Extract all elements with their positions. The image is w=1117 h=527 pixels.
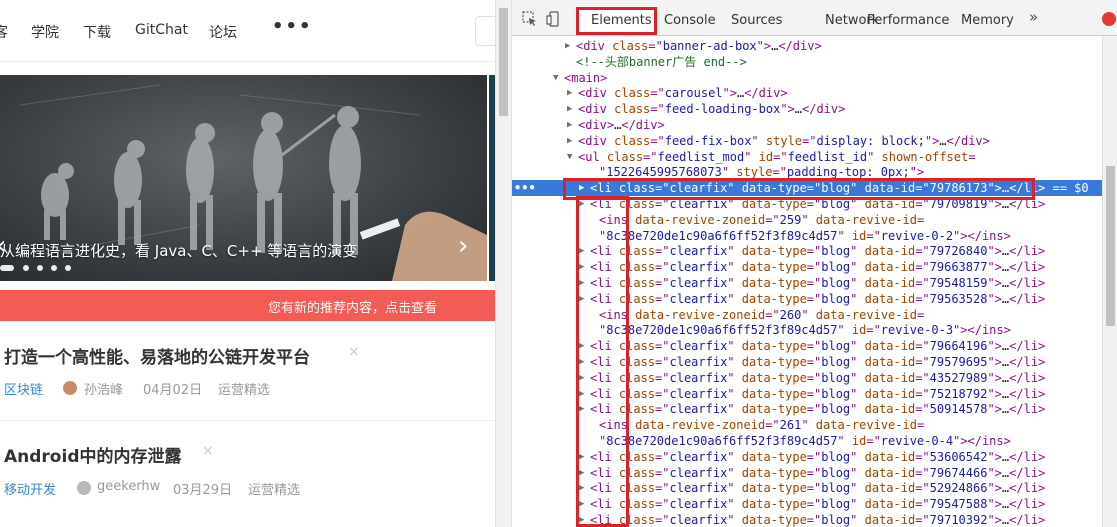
- page-scrollbar[interactable]: [495, 0, 512, 527]
- expand-triangle-icon[interactable]: ▶: [567, 133, 572, 149]
- expand-triangle-icon[interactable]: ▶: [567, 85, 572, 101]
- expand-triangle-icon[interactable]: ▶: [567, 101, 572, 117]
- dom-node[interactable]: ▶ <div class="banner-ad-box">…</div>: [512, 38, 1102, 54]
- tab-memory[interactable]: Memory: [961, 13, 1014, 28]
- dom-node[interactable]: ▶ <div class="carousel">…</div>: [512, 85, 1102, 101]
- carousel-dot[interactable]: [51, 265, 57, 271]
- feed-item[interactable]: Android中的内存泄露 × 移动开发 geekerhw 03月29日 运营精…: [0, 421, 495, 527]
- devtools-scrollbar[interactable]: [1102, 36, 1117, 527]
- dom-node-code: <ul class="feedlist_mod" id="feedlist_id…: [578, 149, 976, 164]
- nav-more-icon[interactable]: •••: [272, 16, 313, 37]
- devtools-scrollbar-thumb[interactable]: [1106, 166, 1115, 326]
- dom-node-code: <li class="clearfix" data-type="blog" da…: [590, 339, 1046, 354]
- nav-item-blog[interactable]: 客: [0, 22, 8, 42]
- page-scrollbar-thumb[interactable]: [499, 8, 508, 116]
- top-nav: 客 学院 下载 GitChat 论坛 •••: [0, 0, 495, 62]
- feed-source: 运营精选: [248, 483, 301, 498]
- dom-node-code: <div>…</div>: [578, 118, 665, 132]
- devtools-toolbar: Elements Console Sources Network Perform…: [512, 0, 1117, 36]
- feed-tag[interactable]: 移动开发: [4, 479, 56, 498]
- dom-node[interactable]: ▶ <div>…</div>: [512, 117, 1102, 133]
- dom-node-code: <li class="clearfix" data-type="blog" da…: [590, 513, 1046, 527]
- nav-item-academy[interactable]: 学院: [31, 22, 59, 42]
- dom-node-code: <div class="banner-ad-box">…</div>: [576, 39, 822, 53]
- notice-text: 您有新的推荐内容，点击查看: [268, 301, 438, 316]
- tab-performance[interactable]: Performance: [867, 13, 949, 28]
- avatar[interactable]: [63, 381, 77, 395]
- nav-item-forum[interactable]: 论坛: [209, 22, 237, 42]
- carousel-dot[interactable]: [37, 265, 43, 271]
- dom-node-code: <ins data-revive-zoneid="260" data-reviv…: [599, 307, 925, 322]
- collapse-triangle-icon[interactable]: ▼: [553, 70, 558, 86]
- tab-console[interactable]: Console: [664, 13, 716, 28]
- selected-li-highlight: [563, 178, 1035, 200]
- dom-node[interactable]: ▶ <div class="feed-fix-box" style="displa…: [512, 133, 1102, 149]
- inspect-element-icon[interactable]: [522, 11, 538, 27]
- dom-node-code: <ins data-revive-zoneid="259" data-reviv…: [599, 212, 925, 227]
- close-icon[interactable]: ×: [348, 344, 360, 360]
- nav-item-gitchat[interactable]: GitChat: [135, 22, 188, 38]
- dom-node-code: <li class="clearfix" data-type="blog" da…: [590, 260, 1046, 275]
- dom-node[interactable]: ▶ <div class="feed-loading-box">…</div>: [512, 101, 1102, 117]
- dom-node[interactable]: ▼ <ul class="feedlist_mod" id="feedlist_i…: [512, 149, 1102, 165]
- more-tabs-icon[interactable]: »: [1029, 8, 1038, 26]
- nav-item-download[interactable]: 下载: [83, 22, 111, 42]
- device-toolbar-icon[interactable]: [546, 11, 562, 27]
- close-icon[interactable]: ×: [202, 443, 214, 459]
- dom-node-code: <main>: [564, 70, 608, 85]
- dom-node-code: <div class="carousel">…</div>: [578, 86, 788, 101]
- webpage-panel: 客 学院 下载 GitChat 论坛 ••• › 从编程语言进化史，看 Java…: [0, 0, 495, 527]
- dom-node-code: <ins data-revive-zoneid="261" data-reviv…: [599, 418, 925, 433]
- dom-node-code: <li class="clearfix" data-type="blog" da…: [590, 497, 1046, 512]
- li-column-highlight: [576, 196, 629, 527]
- carousel-dot-active[interactable]: [0, 265, 14, 271]
- node-actions-icon[interactable]: •••: [514, 180, 536, 196]
- dom-node-code: <li class="clearfix" data-type="blog" da…: [590, 481, 1046, 496]
- feed-date: 03月29日: [173, 483, 233, 498]
- tab-elements[interactable]: Elements: [591, 13, 652, 28]
- dom-node-code: <li class="clearfix" data-type="blog" da…: [590, 465, 1046, 480]
- error-badge-icon[interactable]: [1102, 12, 1116, 26]
- feed-tag[interactable]: 区块链: [4, 379, 43, 398]
- feed-title[interactable]: 打造一个高性能、易落地的公链开发平台: [4, 343, 310, 368]
- carousel-dot[interactable]: [23, 265, 29, 271]
- carousel-banner[interactable]: ‹ › 从编程语言进化史，看 Java、C、C++ 等语言的演变: [0, 75, 487, 281]
- expand-triangle-icon[interactable]: ▶: [567, 117, 572, 133]
- feed-title[interactable]: Android中的内存泄露: [4, 442, 182, 467]
- feed-source: 运营精选: [218, 383, 271, 398]
- banner-caption[interactable]: 从编程语言进化史，看 Java、C、C++ 等语言的演变: [0, 240, 357, 261]
- feed-date: 04月02日: [143, 383, 203, 398]
- dom-node-code: <li class="clearfix" data-type="blog" da…: [590, 355, 1046, 369]
- tab-sources[interactable]: Sources: [731, 13, 782, 28]
- dom-node-code: <li class="clearfix" data-type="blog" da…: [590, 370, 1046, 385]
- expand-triangle-icon[interactable]: ▶: [565, 38, 570, 54]
- dom-node-code: <li class="clearfix" data-type="blog" da…: [590, 244, 1046, 259]
- feed-item[interactable]: 打造一个高性能、易落地的公链开发平台 × 区块链 孙浩峰 04月02日 运营精选: [0, 322, 495, 420]
- dom-node-code: <div class="feed-fix-box" style="display…: [578, 133, 990, 148]
- carousel-dot[interactable]: [65, 265, 71, 271]
- dom-node[interactable]: ▼ <main>: [512, 70, 1102, 86]
- dom-node-code: "8c38e720de1c90a6f6ff52f3f89c4d57" id="r…: [599, 228, 1011, 243]
- dom-node[interactable]: <!--头部banner广告 end-->: [512, 54, 1102, 70]
- new-content-notice[interactable]: 您有新的推荐内容，点击查看: [0, 290, 495, 321]
- carousel-next-icon[interactable]: ›: [458, 233, 468, 259]
- collapse-triangle-icon[interactable]: ▼: [567, 149, 572, 165]
- dom-node-code: <li class="clearfix" data-type="blog" da…: [590, 291, 1046, 306]
- dom-node-code: <li class="clearfix" data-type="blog" da…: [590, 386, 1046, 401]
- dom-node-code: <li class="clearfix" data-type="blog" da…: [590, 449, 1046, 464]
- dom-node-code: "8c38e720de1c90a6f6ff52f3f89c4d57" id="r…: [599, 434, 1011, 448]
- avatar[interactable]: [77, 481, 91, 495]
- dom-node-code: <li class="clearfix" data-type="blog" da…: [590, 402, 1046, 417]
- dom-node-code: <li class="clearfix" data-type="blog" da…: [590, 276, 1046, 290]
- dom-node-code: <!--头部banner广告 end-->: [576, 54, 747, 69]
- dom-node-code: <div class="feed-loading-box">…</div>: [578, 102, 846, 117]
- feed-author[interactable]: 孙浩峰: [84, 379, 123, 398]
- search-box[interactable]: [475, 16, 495, 46]
- dom-node-code: "8c38e720de1c90a6f6ff52f3f89c4d57" id="r…: [599, 323, 1011, 338]
- feed-author[interactable]: geekerhw: [97, 479, 160, 494]
